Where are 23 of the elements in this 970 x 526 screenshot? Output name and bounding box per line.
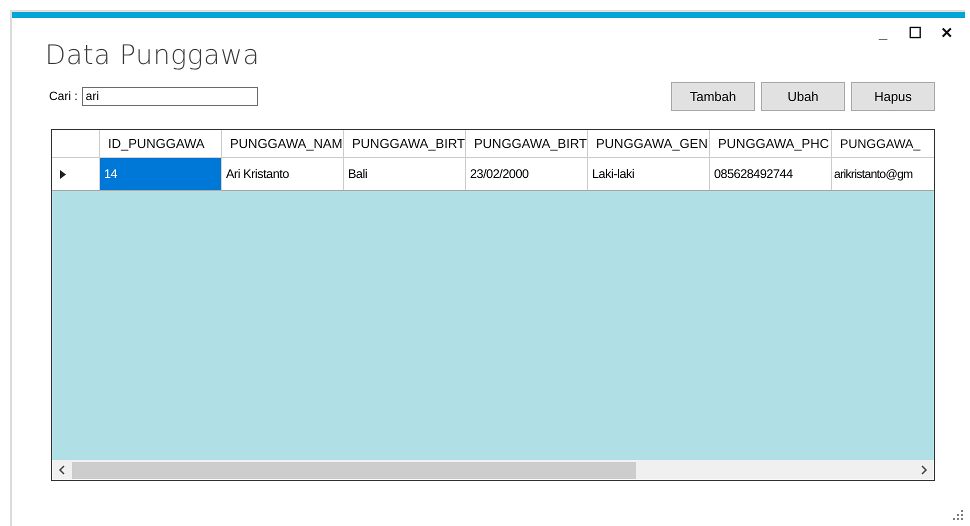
table-cell[interactable]: 14 — [100, 158, 222, 190]
action-button[interactable]: Tambah — [671, 82, 755, 110]
table-cell[interactable]: arikristanto@gm — [832, 158, 931, 190]
search-field[interactable]: ari — [82, 86, 258, 106]
table-cell[interactable]: 085628492744 — [710, 158, 832, 190]
table-cell[interactable]: Bali — [344, 158, 466, 190]
search-label: Cari : — [49, 89, 78, 103]
maximize-button[interactable]: ☐ — [901, 22, 929, 44]
scroll-left-icon[interactable] — [58, 465, 66, 475]
action-button[interactable]: Ubah — [761, 82, 845, 110]
action-button[interactable]: Hapus — [851, 82, 935, 110]
minimize-button[interactable]: _ — [869, 22, 897, 44]
resize-grip-icon[interactable] — [953, 510, 963, 520]
close-button[interactable]: ✕ — [933, 22, 961, 44]
scroll-right-icon[interactable] — [920, 465, 928, 475]
table-cell[interactable]: Ari Kristanto — [222, 158, 344, 190]
horizontal-scrollbar[interactable] — [52, 460, 934, 480]
table-cell[interactable]: Laki-laki — [588, 158, 710, 190]
scroll-thumb[interactable] — [72, 462, 636, 478]
table-cell[interactable]: 23/02/2000 — [466, 158, 588, 190]
column-header[interactable]: PUNGGAWA_ — [832, 130, 931, 157]
current-row-icon — [60, 170, 66, 178]
window-title: Data Punggawa — [45, 40, 261, 71]
